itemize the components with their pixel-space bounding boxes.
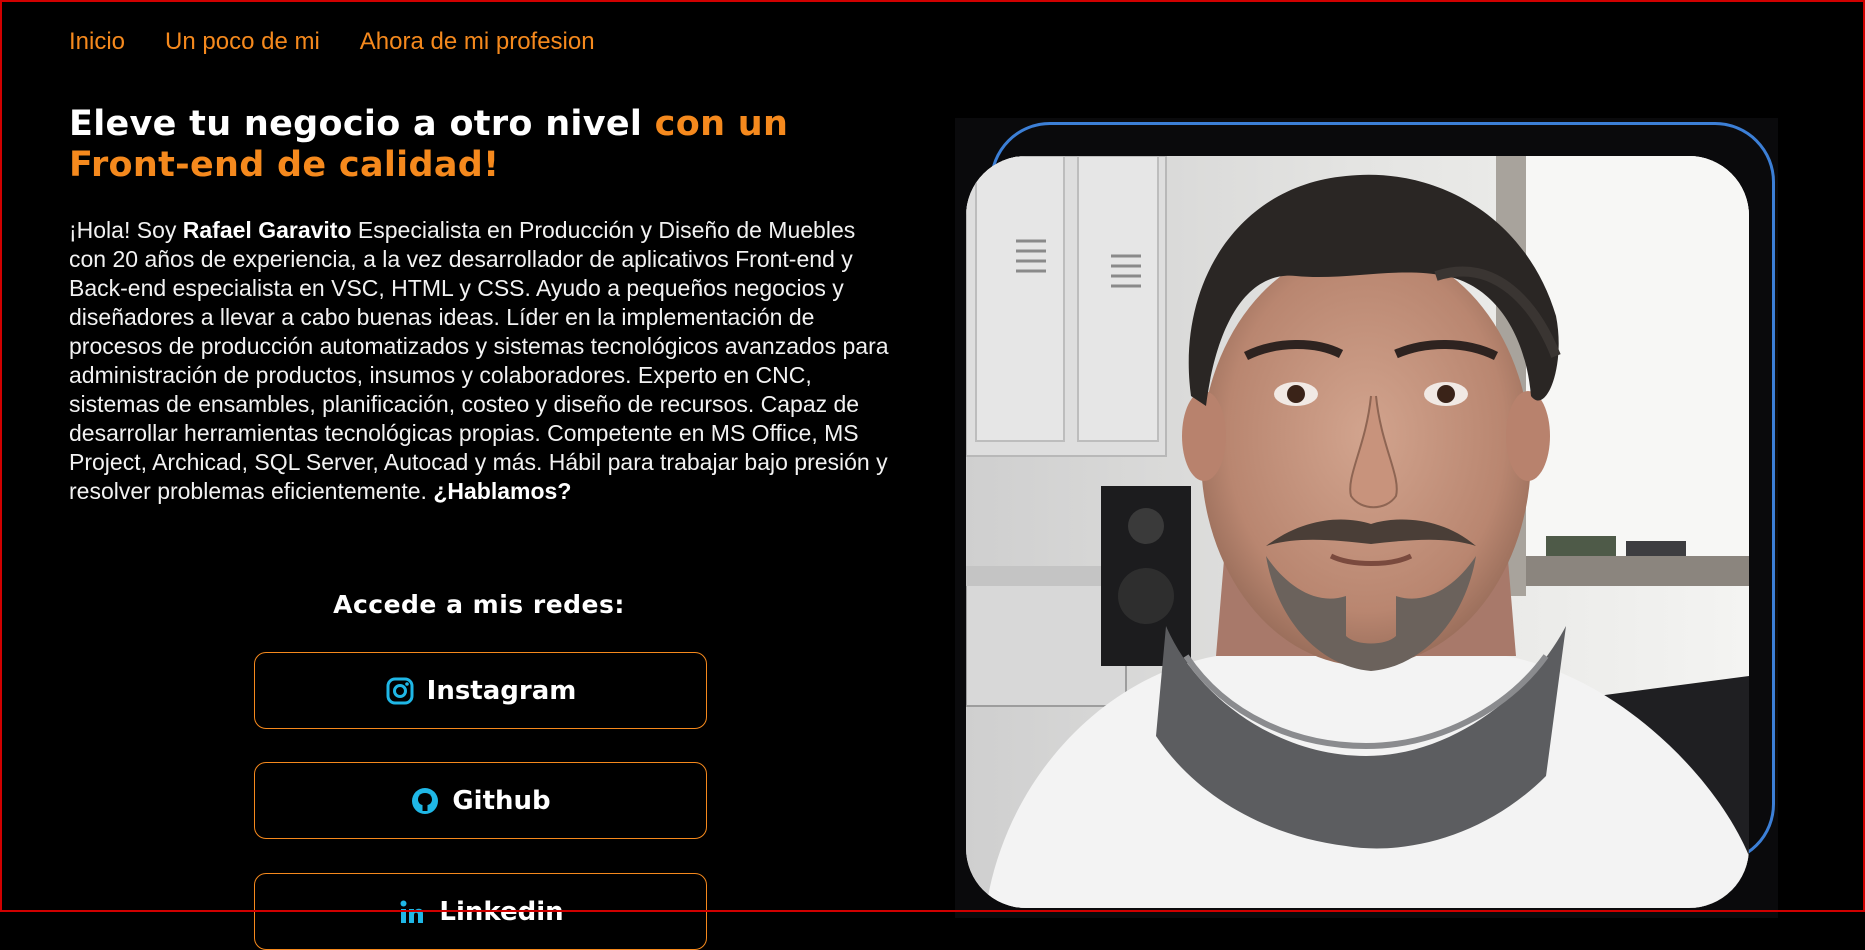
github-icon (410, 786, 440, 816)
instagram-icon (385, 676, 415, 706)
nav-link-ahora-de-mi-profesion[interactable]: Ahora de mi profesion (360, 28, 595, 56)
bio-prefix: ¡Hola! Soy (69, 217, 183, 243)
top-nav: Inicio Un poco de mi Ahora de mi profesi… (69, 28, 595, 56)
github-label: Github (452, 785, 551, 816)
bio-paragraph: ¡Hola! Soy Rafael Garavito Especialista … (69, 216, 889, 506)
socials-title: Accede a mis redes: (333, 590, 625, 619)
instagram-button[interactable]: Instagram (254, 652, 707, 729)
hero-headline: Eleve tu negocio a otro nivel con un Fro… (69, 104, 889, 186)
bio-body: Especialista en Producción y Diseño de M… (69, 217, 889, 504)
bio-name: Rafael Garavito (182, 217, 352, 243)
profile-photo (966, 156, 1749, 908)
nav-link-un-poco-de-mi[interactable]: Un poco de mi (165, 28, 320, 56)
bio-cta: ¿Hablamos? (433, 478, 572, 504)
instagram-label: Instagram (426, 675, 577, 706)
github-button[interactable]: Github (254, 762, 707, 839)
hero-text: Eleve tu negocio a otro nivel con un Fro… (69, 104, 889, 950)
nav-link-inicio[interactable]: Inicio (69, 28, 125, 56)
headline-white-part: Eleve tu negocio a otro nivel (69, 104, 655, 144)
